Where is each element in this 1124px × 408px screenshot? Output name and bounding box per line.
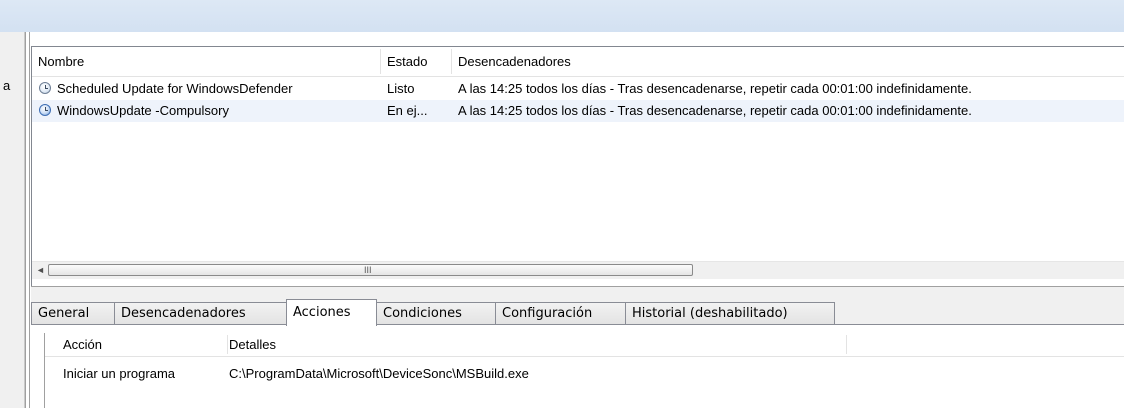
tab-actions[interactable]: Acciones <box>286 299 377 326</box>
tab-history[interactable]: Historial (deshabilitado) <box>625 302 835 324</box>
task-list-header: Nombre Estado Desencadenadores <box>32 47 1124 77</box>
column-header-triggers[interactable]: Desencadenadores <box>452 47 1124 76</box>
task-triggers: A las 14:25 todos los días - Tras desenc… <box>458 103 972 118</box>
column-header-action[interactable]: Acción <box>63 333 223 356</box>
horizontal-scrollbar[interactable]: ◄ III <box>32 261 1124 279</box>
window-title-bar <box>0 0 1124 32</box>
scrollbar-grip-icon: III <box>364 265 372 275</box>
clock-icon <box>39 82 51 94</box>
scroll-left-arrow-icon[interactable]: ◄ <box>36 266 45 275</box>
task-status: En ej... <box>387 103 428 118</box>
left-navigation-pane: a <box>0 32 25 408</box>
column-header-details[interactable]: Detalles <box>229 333 844 356</box>
actions-tab-page: Acción Detalles Iniciar un programa C:\P… <box>31 325 1124 408</box>
task-name: Scheduled Update for WindowsDefender <box>57 81 293 96</box>
task-details-pane: General Desencadenadores Acciones Condic… <box>31 292 1124 408</box>
tab-triggers[interactable]: Desencadenadores <box>114 302 287 324</box>
column-header-name[interactable]: Nombre <box>32 47 380 76</box>
task-triggers: A las 14:25 todos los días - Tras desenc… <box>458 81 972 96</box>
column-separator[interactable] <box>846 335 847 354</box>
task-row[interactable]: Scheduled Update for WindowsDefender Lis… <box>32 78 1124 100</box>
task-row-selected[interactable]: WindowsUpdate -Compulsory En ej... A las… <box>32 100 1124 122</box>
actions-list-header: Acción Detalles <box>45 333 1124 357</box>
task-status: Listo <box>387 81 415 96</box>
tab-settings[interactable]: Configuración <box>495 302 626 324</box>
column-separator[interactable] <box>227 335 228 354</box>
scrollbar-thumb[interactable]: III <box>48 264 693 276</box>
vertical-splitter[interactable] <box>25 32 30 408</box>
column-header-status[interactable]: Estado <box>381 47 451 76</box>
tab-strip: General Desencadenadores Acciones Condic… <box>31 292 1124 326</box>
task-name: WindowsUpdate -Compulsory <box>57 103 229 118</box>
truncated-label: a <box>3 78 11 93</box>
clock-running-icon <box>39 104 51 116</box>
action-row[interactable]: Iniciar un programa C:\ProgramData\Micro… <box>45 363 1124 385</box>
task-list-pane: Nombre Estado Desencadenadores Scheduled… <box>31 46 1124 287</box>
actions-list: Acción Detalles Iniciar un programa C:\P… <box>44 333 1124 408</box>
tab-conditions[interactable]: Condiciones <box>376 302 496 324</box>
tab-general[interactable]: General <box>31 302 115 324</box>
action-type: Iniciar un programa <box>63 366 175 381</box>
action-details: C:\ProgramData\Microsoft\DeviceSonc\MSBu… <box>229 366 529 381</box>
